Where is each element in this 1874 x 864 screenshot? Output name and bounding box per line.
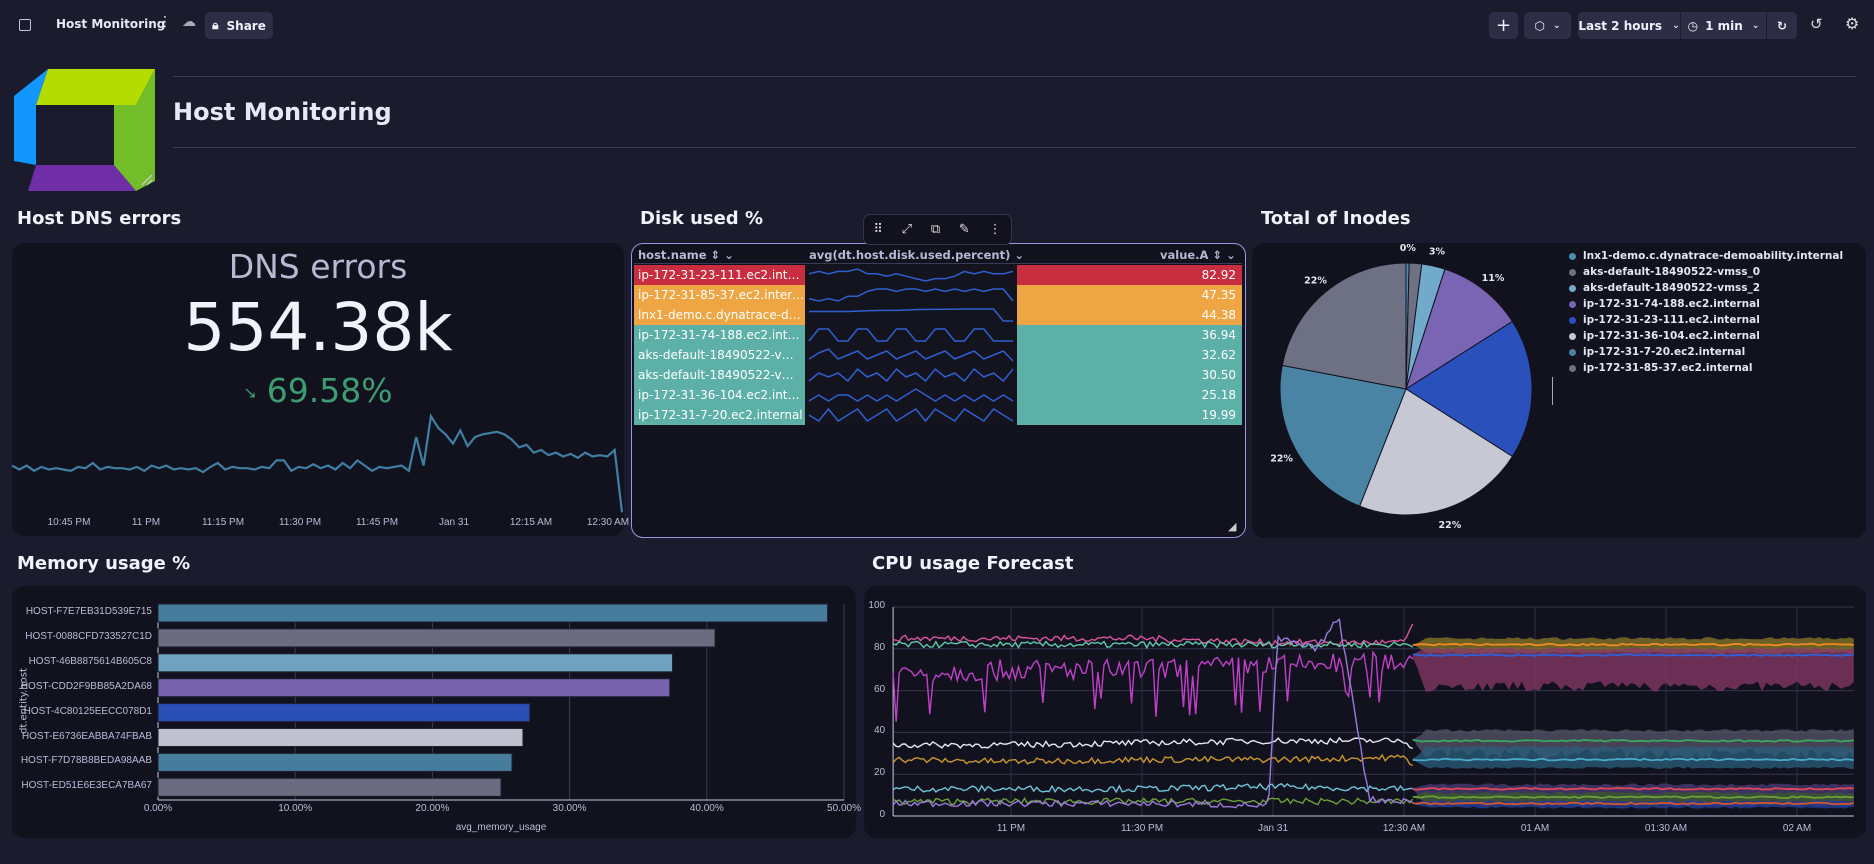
series-line — [892, 736, 1413, 750]
y-tick: 20 — [873, 767, 886, 779]
forecast-line — [1412, 787, 1854, 791]
y-tick: 100 — [868, 600, 886, 611]
series-line — [892, 617, 1414, 809]
x-tick: 01 AM — [1520, 823, 1550, 834]
y-tick: 40 — [873, 725, 886, 737]
x-tick: 01:30 AM — [1644, 823, 1688, 834]
y-tick: 60 — [873, 683, 886, 695]
series-line — [892, 640, 1414, 650]
series-line — [892, 782, 1413, 794]
series-line — [892, 753, 1414, 767]
x-tick: Jan 31 — [1257, 823, 1289, 834]
x-tick: 02 AM — [1782, 823, 1812, 834]
series-line — [892, 650, 1414, 722]
cpu-forecast-chart — [892, 606, 1855, 817]
forecast-line — [1412, 653, 1854, 657]
x-tick: 12:30 AM — [1382, 823, 1426, 834]
x-tick: 11 PM — [996, 823, 1026, 834]
forecast-band — [1412, 745, 1854, 769]
y-tick: 80 — [873, 641, 886, 653]
series-line — [893, 623, 1414, 647]
x-tick: 11:30 PM — [1120, 823, 1164, 834]
y-tick: 0 — [879, 809, 886, 820]
